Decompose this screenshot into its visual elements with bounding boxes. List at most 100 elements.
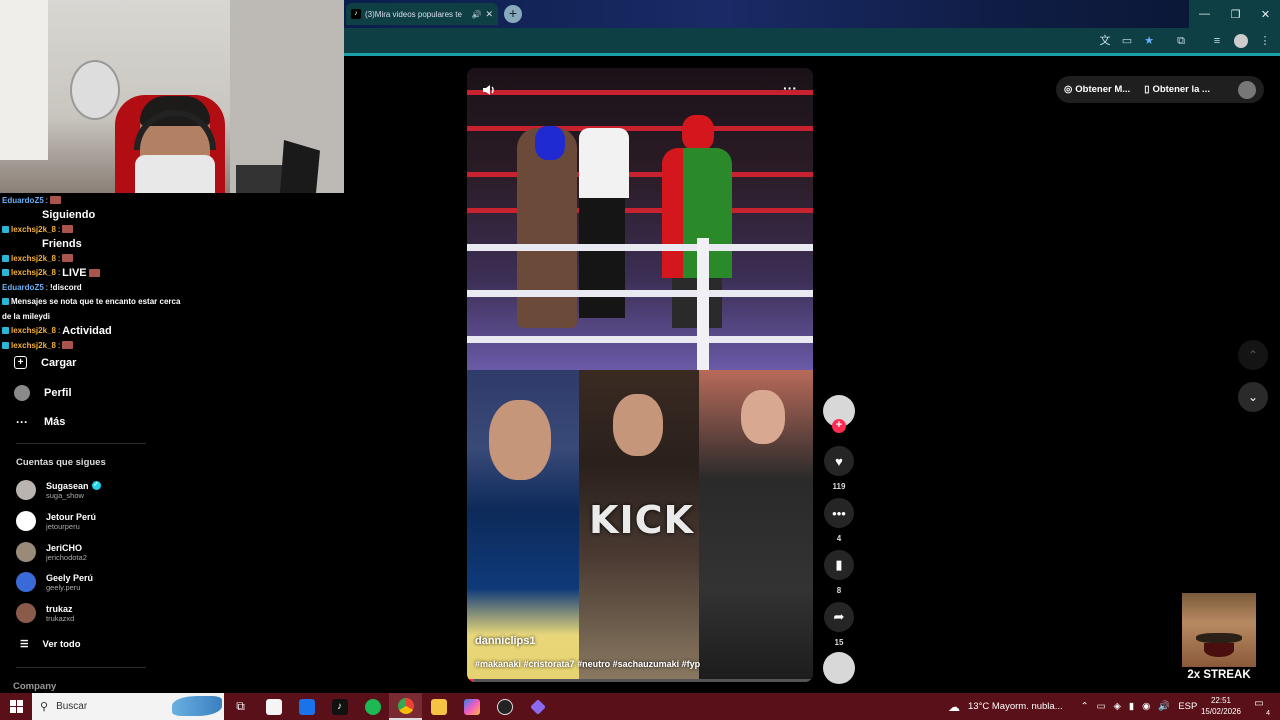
copilot-app[interactable] bbox=[455, 693, 488, 720]
previous-video-button[interactable]: ⌃ bbox=[1238, 340, 1268, 370]
chat-badge-icon bbox=[2, 327, 9, 335]
chat-message: EduardoZ5: bbox=[0, 193, 240, 208]
volume-icon[interactable] bbox=[481, 82, 497, 98]
avatar bbox=[16, 603, 36, 623]
tray-app-icon[interactable]: ▭ bbox=[1097, 701, 1106, 712]
browser-menu-icon[interactable]: ⋮ bbox=[1258, 34, 1272, 48]
profile-icon[interactable] bbox=[1234, 34, 1248, 48]
company-link[interactable]: Company bbox=[13, 681, 56, 692]
window-minimize-button[interactable]: — bbox=[1189, 0, 1220, 28]
streamlabs-icon bbox=[529, 698, 546, 715]
ring-rope bbox=[467, 90, 813, 95]
next-video-button[interactable]: ⌄ bbox=[1238, 382, 1268, 412]
chat-message: lexchsj2k_8: bbox=[0, 251, 240, 266]
notification-center-button[interactable]: ▭ 4 bbox=[1250, 698, 1270, 717]
video-author[interactable]: danniclips1 bbox=[475, 635, 536, 647]
obs-app[interactable] bbox=[488, 693, 521, 720]
taskbar-search[interactable]: ⚲ Buscar bbox=[32, 693, 224, 720]
tray-expand-icon[interactable]: ⌃ bbox=[1081, 701, 1089, 712]
video-hashtags[interactable]: #makanaki #cristorata7 #neutro #sachauzu… bbox=[475, 659, 700, 669]
emote-icon bbox=[50, 196, 62, 205]
system-tray: ☁ 13°C Mayorm. nubla... ⌃ ▭ ◈ ▮ ◉ 🔊 ESP bbox=[948, 693, 1197, 720]
avatar bbox=[16, 572, 36, 592]
sidebar-item-profile[interactable]: Perfil bbox=[14, 385, 72, 401]
media-control-icon[interactable]: ≡ bbox=[1210, 34, 1224, 48]
store-app[interactable] bbox=[257, 693, 290, 720]
webcam-door bbox=[0, 0, 48, 160]
avatar bbox=[16, 511, 36, 531]
translate-icon[interactable]: 文 bbox=[1098, 34, 1112, 48]
top-right-actions: ◎ Obtener M... ▯ Obtener la ... bbox=[1056, 76, 1264, 103]
emote-icon bbox=[62, 254, 74, 263]
language-indicator[interactable]: ESP bbox=[1178, 701, 1197, 712]
chat-message: EduardoZ5: !discord bbox=[0, 280, 240, 295]
video-player[interactable]: KICK ··· danniclips1 #makanaki #cristora… bbox=[467, 68, 813, 682]
following-section-title: Cuentas que sigues bbox=[16, 457, 106, 468]
window-maximize-button[interactable]: ❐ bbox=[1220, 0, 1251, 28]
cast-icon[interactable]: ▭ bbox=[1120, 34, 1134, 48]
followed-account[interactable]: JeriCHO jerichodota2 bbox=[16, 542, 87, 562]
chat-user: lexchsj2k_8 bbox=[11, 253, 56, 263]
clip-face bbox=[489, 400, 551, 480]
followed-account[interactable]: Jetour Perú jetourperu bbox=[16, 511, 96, 531]
referee-shirt bbox=[579, 128, 629, 198]
list-icon: ☰ bbox=[20, 639, 29, 650]
tray-app-icon[interactable]: ◈ bbox=[1114, 701, 1121, 712]
tray-app-icon[interactable]: ▮ bbox=[1129, 701, 1134, 712]
ring-rope bbox=[467, 336, 813, 343]
tab-audio-icon[interactable]: 🔊 bbox=[471, 10, 481, 19]
verified-icon: ✓ bbox=[91, 481, 101, 490]
followed-account[interactable]: Geely Perú geely.peru bbox=[16, 572, 93, 592]
volume-icon[interactable]: 🔊 bbox=[1158, 701, 1170, 712]
spotify-app[interactable] bbox=[356, 693, 389, 720]
chat-text: LIVE bbox=[62, 266, 87, 279]
clock-date: 15/02/2026 bbox=[1200, 707, 1242, 716]
chat-text: Siguiendo bbox=[42, 208, 96, 221]
share-button[interactable]: ➦ bbox=[824, 602, 854, 632]
like-button[interactable]: ♥ bbox=[824, 446, 854, 476]
video-progress-bar[interactable] bbox=[467, 679, 813, 682]
followed-account[interactable]: trukaz trukazxd bbox=[16, 603, 74, 623]
tab-title: (3)Mira videos populares te bbox=[365, 9, 462, 19]
start-button[interactable] bbox=[0, 693, 32, 720]
get-app-label: Obtener la ... bbox=[1152, 84, 1210, 95]
task-view-button[interactable]: ⧉ bbox=[224, 693, 257, 720]
chat-user: lexchsj2k_8 bbox=[11, 340, 56, 350]
account-handle: geely.peru bbox=[46, 582, 81, 592]
extensions-icon[interactable]: ⧉ bbox=[1174, 34, 1188, 48]
see-all-button[interactable]: ☰ Ver todo bbox=[20, 639, 81, 650]
window-close-button[interactable]: ✕ bbox=[1250, 0, 1280, 28]
get-app-button[interactable]: ▯ Obtener la ... bbox=[1144, 84, 1210, 95]
weather-icon[interactable]: ☁ bbox=[948, 700, 960, 714]
chat-sep: : bbox=[57, 224, 61, 234]
sound-avatar[interactable] bbox=[823, 652, 855, 684]
followed-account[interactable]: Sugasean ✓ suga_show bbox=[16, 480, 101, 500]
weather-text[interactable]: 13°C Mayorm. nubla... bbox=[968, 701, 1063, 712]
chat-sep: : bbox=[57, 340, 61, 350]
video-more-icon[interactable]: ··· bbox=[783, 80, 797, 96]
taskbar-clock[interactable]: 22:51 15/02/2026 bbox=[1196, 695, 1246, 717]
address-bar[interactable] bbox=[348, 31, 1088, 53]
outlook-app[interactable] bbox=[290, 693, 323, 720]
tray-app-icon[interactable]: ◉ bbox=[1142, 701, 1150, 712]
tab-close-icon[interactable]: ✕ bbox=[485, 9, 493, 20]
new-tab-button[interactable]: + bbox=[504, 5, 522, 23]
get-coins-button[interactable]: ◎ Obtener M... bbox=[1064, 84, 1130, 95]
share-icon: ➦ bbox=[833, 609, 845, 624]
chat-user: lexchsj2k_8 bbox=[11, 224, 56, 234]
follow-plus-icon[interactable]: + bbox=[832, 419, 846, 433]
tiktok-app[interactable]: ♪ bbox=[323, 693, 356, 720]
chrome-app[interactable] bbox=[389, 693, 422, 720]
streamlabs-app[interactable] bbox=[521, 693, 554, 720]
bookmark-star-icon[interactable]: ★ bbox=[1142, 34, 1156, 48]
emote-icon bbox=[62, 341, 74, 350]
divider bbox=[16, 667, 146, 668]
user-avatar[interactable] bbox=[1238, 80, 1256, 99]
file-explorer-app[interactable] bbox=[422, 693, 455, 720]
save-button[interactable]: ▮ bbox=[824, 550, 854, 580]
comment-button[interactable]: ••• bbox=[824, 498, 854, 528]
sidebar-item-more[interactable]: ··· Más bbox=[14, 414, 65, 430]
browser-tab[interactable]: ♪ (3)Mira videos populares te 🔊 ✕ bbox=[346, 3, 498, 25]
chat-text: Mensajes se nota que te encanto estar ce… bbox=[11, 297, 181, 307]
chat-sep: : bbox=[57, 326, 61, 336]
